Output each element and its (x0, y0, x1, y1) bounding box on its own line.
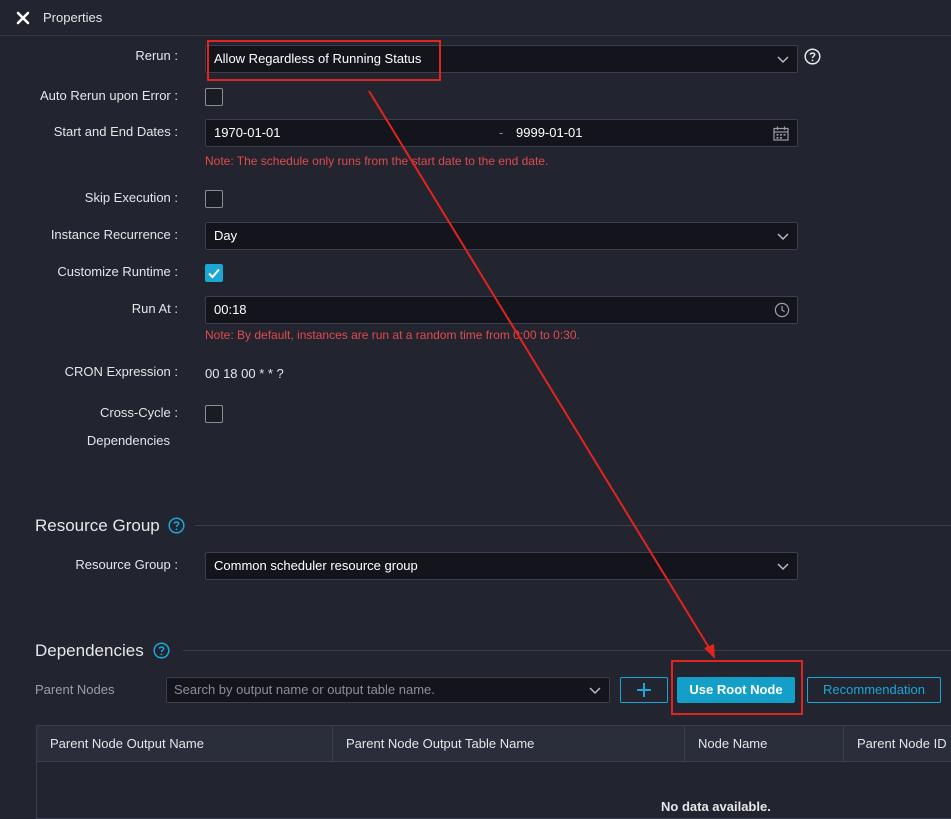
instance-recurrence-select[interactable]: Day (205, 222, 798, 250)
date-range-input[interactable]: 1970-01-01 - 9999-01-01 (205, 119, 798, 147)
column-header: Parent Node ID (857, 736, 947, 751)
cron-label: CRON Expression : (64, 364, 178, 379)
end-date-value: 9999-01-01 (516, 125, 583, 140)
column-header: Parent Node Output Table Name (333, 726, 685, 762)
run-at-note: Note: By default, instances are run at a… (205, 328, 580, 342)
chevron-down-icon (777, 54, 789, 64)
close-icon[interactable] (14, 9, 32, 27)
clock-icon (774, 302, 790, 318)
table-header: Parent Node Output Name Parent Node Outp… (37, 726, 951, 762)
date-separator: - (499, 125, 504, 140)
recommendation-button[interactable]: Recommendation (807, 677, 941, 703)
dependencies-section-title: Dependencies (35, 641, 144, 660)
resource-group-label: Resource Group : (75, 557, 178, 572)
instance-recurrence-value: Day (214, 228, 238, 243)
cross-cycle-label-line2: Dependencies (86, 433, 170, 448)
resource-group-section-title: Resource Group (35, 516, 160, 535)
skip-execution-checkbox[interactable] (205, 190, 223, 208)
annotation-highlight-box (671, 660, 803, 715)
rerun-label: Rerun : (135, 48, 178, 63)
panel-header (0, 0, 951, 36)
empty-state-text: No data available. (661, 799, 771, 814)
cross-cycle-label: Cross-Cycle : (99, 405, 178, 420)
chevron-down-icon (777, 231, 789, 241)
add-parent-node-button[interactable] (620, 677, 668, 703)
dates-label: Start and End Dates : (53, 124, 178, 139)
parent-node-search-select[interactable]: Search by output name or output table na… (166, 677, 610, 703)
run-at-input[interactable]: 00:18 (205, 296, 798, 324)
parent-nodes-label: Parent Nodes (35, 682, 115, 697)
run-at-value: 00:18 (214, 302, 247, 317)
annotation-highlight-box (207, 40, 441, 81)
column-header: Node Name (685, 726, 844, 762)
skip-execution-label: Skip Execution : (84, 190, 178, 205)
chevron-down-icon (589, 685, 601, 695)
instance-recurrence-label: Instance Recurrence : (50, 227, 178, 242)
panel-title: Properties (43, 10, 103, 25)
checkmark-icon (208, 268, 220, 279)
cross-cycle-checkbox[interactable] (205, 405, 223, 423)
auto-rerun-label: Auto Rerun upon Error : (39, 88, 178, 103)
cron-value: 00 18 00 * * ? (205, 366, 284, 381)
help-icon[interactable] (804, 48, 821, 65)
customize-runtime-label: Customize Runtime : (57, 264, 178, 279)
help-icon[interactable] (168, 517, 185, 534)
resource-group-select[interactable]: Common scheduler resource group (205, 552, 798, 580)
start-date-value: 1970-01-01 (214, 125, 281, 140)
parent-nodes-table: Parent Node Output Name Parent Node Outp… (36, 725, 951, 819)
section-divider (195, 525, 951, 526)
run-at-label: Run At : (131, 301, 178, 316)
calendar-icon (773, 126, 789, 141)
chevron-down-icon (777, 561, 789, 571)
search-placeholder: Search by output name or output table na… (174, 682, 435, 697)
auto-rerun-checkbox[interactable] (205, 88, 223, 106)
resource-group-value: Common scheduler resource group (214, 558, 418, 573)
dates-note: Note: The schedule only runs from the st… (205, 154, 549, 168)
plus-icon (637, 683, 651, 697)
help-icon[interactable] (153, 642, 170, 659)
column-header: Parent Node Output Name (37, 726, 333, 762)
customize-runtime-checkbox[interactable] (205, 264, 223, 282)
section-divider (183, 650, 951, 651)
